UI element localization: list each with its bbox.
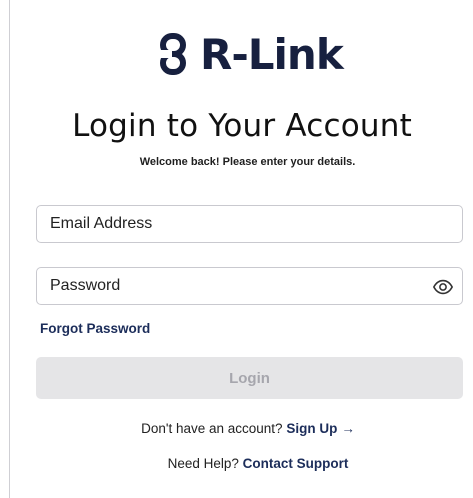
arrow-right-icon[interactable]: → [341,421,355,436]
brand-logo: R-Link [158,30,344,79]
eye-icon[interactable] [432,276,454,298]
forgot-password-link[interactable]: Forgot Password [40,321,150,336]
contact-support-link[interactable]: Contact Support [243,456,349,471]
email-field[interactable]: Email Address [36,205,463,243]
login-button[interactable]: Login [36,357,463,399]
help-prompt-row: Need Help? Contact Support [10,456,473,471]
help-prompt: Need Help? [167,456,239,471]
brand-name: R-Link [200,30,344,79]
email-placeholder: Email Address [50,215,153,232]
password-placeholder: Password [50,277,121,294]
signup-prompt-row: Don't have an account? Sign Up → [10,421,473,436]
page-subtitle: Welcome back! Please enter your details. [139,156,356,168]
sign-up-link[interactable]: Sign Up [286,421,337,436]
login-panel: R-Link Login to Your Account Welcome bac… [9,0,473,498]
signup-prompt: Don't have an account? [141,421,283,436]
chain-link-logo-icon [160,33,186,75]
password-field[interactable]: Password [36,267,463,305]
page-title: Login to Your Account [72,108,412,144]
